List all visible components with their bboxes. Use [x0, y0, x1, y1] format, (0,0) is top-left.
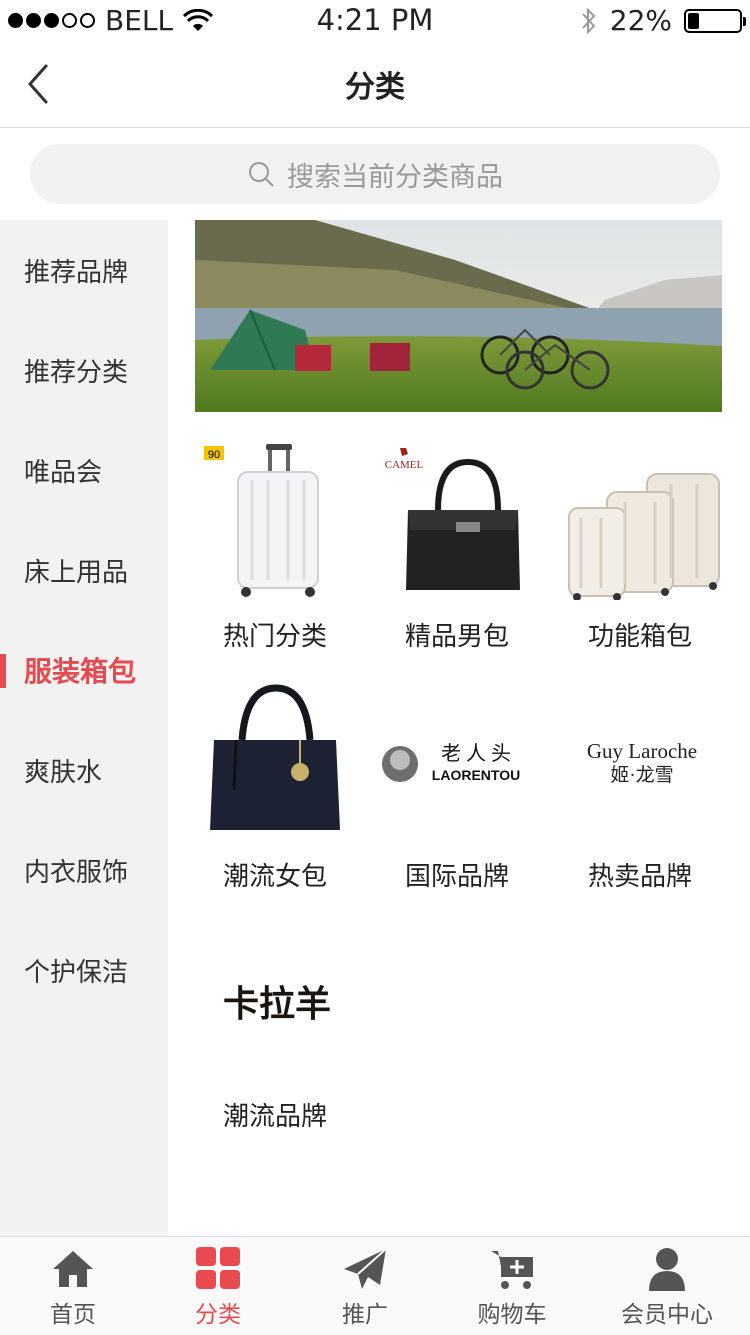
laorentou-brand-logo: 老 人 头 LAORENTOU — [372, 680, 542, 840]
women-handbag-image — [190, 680, 360, 840]
brand-name-en: LAORENTOU — [432, 767, 520, 783]
brand-name-cn: 老 人 头 — [441, 742, 511, 765]
status-right: 22% — [580, 4, 746, 37]
tab-cart[interactable]: 购物车 — [437, 1237, 587, 1335]
category-cell-men-bags[interactable]: CAMEL 精品男包 — [372, 440, 542, 652]
home-icon — [53, 1251, 93, 1287]
category-label: 潮流女包 — [222, 862, 327, 892]
sidebar-item-toner[interactable]: 爽肤水 — [0, 720, 168, 820]
tab-category[interactable]: 分类 — [143, 1237, 293, 1335]
page-title: 分类 — [345, 70, 405, 105]
battery-percent: 22% — [609, 4, 672, 37]
category-cell-hot[interactable]: 90 热门分类 — [190, 440, 360, 652]
guy-laroche-brand-logo: Guy Laroche 姬·龙雪 — [555, 680, 725, 840]
tab-member-center[interactable]: 会员中心 — [592, 1237, 742, 1335]
search-placeholder: 搜索当前分类商品 — [287, 161, 503, 193]
category-banner-image[interactable] — [195, 220, 722, 412]
brand-name-cn: 姬·龙雪 — [610, 764, 673, 786]
camel-brand-logo: CAMEL — [385, 459, 424, 471]
sidebar-item-vipshop[interactable]: 唯品会 — [0, 420, 168, 520]
category-label: 热卖品牌 — [587, 862, 692, 892]
user-icon — [649, 1248, 685, 1291]
tab-label: 首页 — [50, 1302, 96, 1328]
category-cell-functional-bags[interactable]: 功能箱包 — [555, 440, 725, 652]
sidebar-item-recommended-brands[interactable]: 推荐品牌 — [0, 220, 168, 320]
leather-briefcase-image: CAMEL — [372, 440, 542, 600]
category-cell-international-brands[interactable]: 老 人 头 LAORENTOU 国际品牌 — [372, 680, 542, 892]
tab-promote[interactable]: 推广 — [290, 1237, 440, 1335]
battery-icon — [684, 8, 746, 33]
category-sidebar: 推荐品牌 推荐分类 唯品会 床上用品 服装箱包 爽肤水 内衣服饰 个护保洁 — [0, 220, 168, 1236]
category-cell-trend-brands[interactable]: 卡拉羊 潮流品牌 — [190, 920, 360, 1132]
tab-label: 购物车 — [477, 1302, 547, 1328]
sidebar-item-recommended-categories[interactable]: 推荐分类 — [0, 320, 168, 420]
search-input[interactable]: 搜索当前分类商品 — [30, 144, 720, 204]
cart-icon — [491, 1251, 533, 1289]
bottom-tab-bar: 首页 分类 推广 购物车 会员中心 — [0, 1236, 750, 1334]
navigation-bar: 分类 — [0, 40, 750, 128]
luggage-set-image — [555, 440, 725, 601]
paper-plane-icon — [344, 1248, 387, 1289]
kalayang-brand-logo: 卡拉羊 — [190, 920, 360, 1080]
sidebar-item-apparel-bags[interactable]: 服装箱包 — [0, 620, 168, 720]
suitcase-white-image: 90 — [190, 440, 360, 600]
category-label: 潮流品牌 — [222, 1102, 327, 1132]
category-label: 热门分类 — [222, 622, 327, 652]
tab-label: 推广 — [342, 1302, 388, 1328]
brand-name-en: Guy Laroche — [587, 739, 697, 763]
sidebar-item-underwear[interactable]: 内衣服饰 — [0, 820, 168, 920]
brand-badge-90: 90 — [208, 449, 220, 461]
sidebar-item-bedding[interactable]: 床上用品 — [0, 520, 168, 620]
tab-label: 分类 — [195, 1302, 241, 1328]
grid-icon — [196, 1247, 240, 1289]
category-label: 精品男包 — [404, 622, 509, 652]
sidebar-item-personal-care[interactable]: 个护保洁 — [0, 920, 168, 1020]
search-icon — [249, 162, 274, 187]
category-cell-women-bags[interactable]: 潮流女包 — [190, 680, 360, 892]
bluetooth-icon — [582, 7, 596, 34]
status-bar: BELL 4:21 PM 22% — [0, 0, 750, 40]
brand-name-cn: 卡拉羊 — [223, 984, 331, 1025]
category-label: 功能箱包 — [587, 622, 692, 652]
tab-label: 会员中心 — [621, 1302, 713, 1328]
category-label: 国际品牌 — [404, 862, 509, 892]
category-cell-hot-brands[interactable]: Guy Laroche 姬·龙雪 热卖品牌 — [555, 680, 725, 892]
tab-home[interactable]: 首页 — [0, 1237, 148, 1335]
